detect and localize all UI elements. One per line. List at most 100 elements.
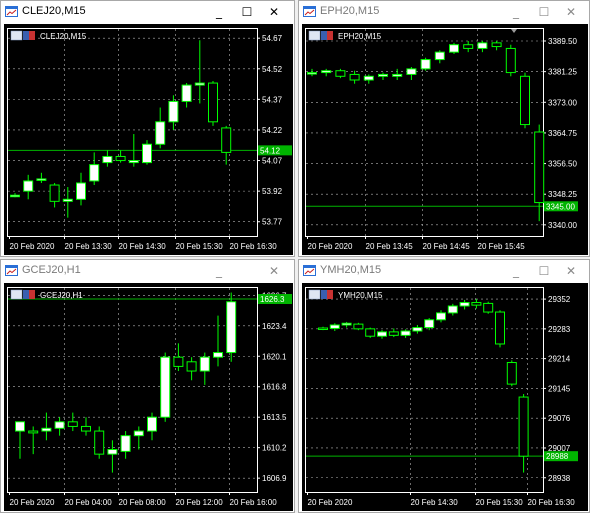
bear-candle [463, 44, 474, 49]
x-axis-tick-label: 20 Feb 14:30 [411, 498, 459, 507]
bull-candle [54, 421, 65, 429]
window-title: GCEJ20,H1 [22, 264, 81, 276]
price-chart[interactable]: 1626.71623.41620.11616.81613.51610.21606… [4, 283, 293, 511]
maximize-button[interactable]: ☐ [533, 261, 555, 281]
plot-frame [7, 287, 258, 493]
y-axis-tick-label: 1613.5 [262, 413, 287, 422]
window-title: EPH20,M15 [320, 5, 380, 17]
y-axis-tick-label: 54.37 [262, 95, 283, 104]
chart-window-icon [5, 264, 18, 277]
x-axis-tick-label: 20 Feb 2020 [308, 498, 353, 507]
bear-candle [94, 430, 105, 455]
bull-candle [420, 59, 431, 70]
bear-candle [518, 396, 529, 457]
close-button[interactable]: ✕ [560, 261, 582, 281]
current-price-label: 54.12 [260, 146, 281, 155]
y-axis-tick-label: 29352 [548, 295, 571, 304]
minimize-button[interactable]: _ [208, 261, 230, 281]
x-axis-tick-label: 20 Feb 12:00 [176, 498, 224, 507]
maximize-button[interactable]: ☐ [533, 2, 555, 22]
bear-candle [353, 323, 364, 330]
symbol-label: YMH20,M15 [308, 289, 383, 300]
chart-window-gcej20[interactable]: GCEJ20,H1 _ ✕ 1626.71623.41620.11616.816… [0, 259, 295, 513]
bull-candle [41, 427, 52, 432]
close-button[interactable]: ✕ [263, 261, 285, 281]
bull-candle [406, 68, 417, 75]
x-axis-tick-label: 20 Feb 15:30 [476, 498, 524, 507]
price-chart[interactable]: 3389.50 3381.25 3373.00 3364.75 3356.50 3348.… [302, 24, 588, 255]
minimize-button[interactable]: _ [505, 261, 527, 281]
window-titlebar[interactable]: GCEJ20,H1 _ ✕ [1, 260, 294, 283]
bull-candle [424, 319, 435, 329]
bear-candle [483, 302, 494, 313]
bear-candle [208, 82, 218, 123]
bull-candle [213, 352, 223, 358]
x-axis-tick-label: 20 Feb 15:30 [176, 242, 224, 251]
bear-candle [349, 73, 360, 81]
price-chart[interactable]: 29352 29283 29214 29145 29076 29007 28938 20 Fe… [302, 283, 588, 511]
bull-candle [412, 327, 423, 332]
bear-candle [186, 361, 197, 372]
y-axis-tick-label: 3364.75 [548, 129, 577, 138]
chart-window-ymh20[interactable]: YMH20,M15 _ ☐ ✕ 29352 29283 29214 29145 2907… [298, 259, 590, 513]
chart-window-clej20[interactable]: CLEJ20,M15 _ ☐ ✕ 54.67 54.52 54.37 54.22 54.… [0, 0, 295, 257]
minimize-button[interactable]: _ [208, 2, 230, 22]
flag-icon-stripe [29, 290, 35, 299]
chart-window-icon [308, 289, 321, 300]
bull-candle [436, 312, 446, 321]
chart-window-icon [10, 30, 23, 41]
bull-candle [36, 178, 47, 181]
bull-candle [133, 430, 144, 437]
chart-window-icon [10, 289, 23, 300]
y-axis-tick-label: 1606.9 [262, 474, 287, 483]
current-price-label: 1626.3 [260, 295, 285, 304]
bull-candle [194, 82, 205, 86]
y-axis-tick-label: 3381.25 [548, 68, 577, 77]
chart-window-icon [5, 5, 18, 18]
chart-window-icon [308, 30, 321, 41]
y-axis-tick-label: 3389.50 [548, 37, 577, 46]
y-axis-tick-label: 54.67 [262, 34, 283, 43]
bull-candle [307, 72, 317, 75]
bull-candle [62, 198, 73, 202]
bear-candle [173, 356, 184, 367]
bear-candle [534, 131, 545, 204]
bull-candle [155, 121, 166, 145]
minimize-button[interactable]: _ [505, 2, 527, 22]
window-titlebar[interactable]: YMH20,M15 _ ☐ ✕ [299, 260, 589, 283]
bull-candle [199, 356, 210, 372]
current-price-label: 3345.00 [546, 202, 575, 211]
close-button[interactable]: ✕ [263, 2, 285, 22]
window-titlebar[interactable]: CLEJ20,M15 _ ☐ ✕ [1, 1, 294, 24]
bull-candle [15, 421, 25, 432]
bull-candle [329, 324, 340, 329]
bull-candle [477, 42, 488, 49]
window-title: YMH20,M15 [320, 264, 382, 276]
bear-candle [388, 331, 399, 336]
y-axis-tick-label: 53.77 [262, 218, 283, 227]
bear-candle [49, 184, 60, 202]
x-axis-tick-label: 20 Feb 16:30 [230, 242, 278, 251]
price-chart[interactable]: 54.67 54.52 54.37 54.22 54.07 53.92 53.77 20 Fe… [4, 24, 293, 255]
maximize-button[interactable]: ☐ [236, 2, 258, 22]
x-axis-tick-label: 20 Feb 2020 [10, 498, 55, 507]
bull-candle [23, 180, 34, 192]
window-titlebar[interactable]: EPH20,M15 _ ☐ ✕ [299, 1, 589, 24]
bear-candle [365, 328, 376, 337]
close-button[interactable]: ✕ [560, 2, 582, 22]
bull-candle [377, 331, 387, 337]
symbol-label-text: GCEJ20,H1 [40, 291, 83, 300]
x-axis-tick-label: 20 Feb 13:30 [65, 242, 113, 251]
symbol-label: GCEJ20,H1 [10, 289, 83, 300]
bull-candle [142, 143, 152, 164]
bull-candle [181, 84, 192, 102]
bull-candle [76, 182, 86, 200]
x-axis-tick-label: 20 Feb 14:30 [119, 242, 167, 251]
chart-window-eph20[interactable]: EPH20,M15 _ ☐ ✕ 3389.50 3381.25 3373.00 336… [298, 0, 590, 257]
y-axis-tick-label: 28938 [548, 474, 571, 483]
symbol-label-text: CLEJ20,M15 [40, 32, 87, 41]
bull-candle [434, 51, 445, 61]
bull-candle [321, 70, 332, 74]
bear-candle [471, 302, 482, 306]
bull-candle [449, 44, 459, 53]
